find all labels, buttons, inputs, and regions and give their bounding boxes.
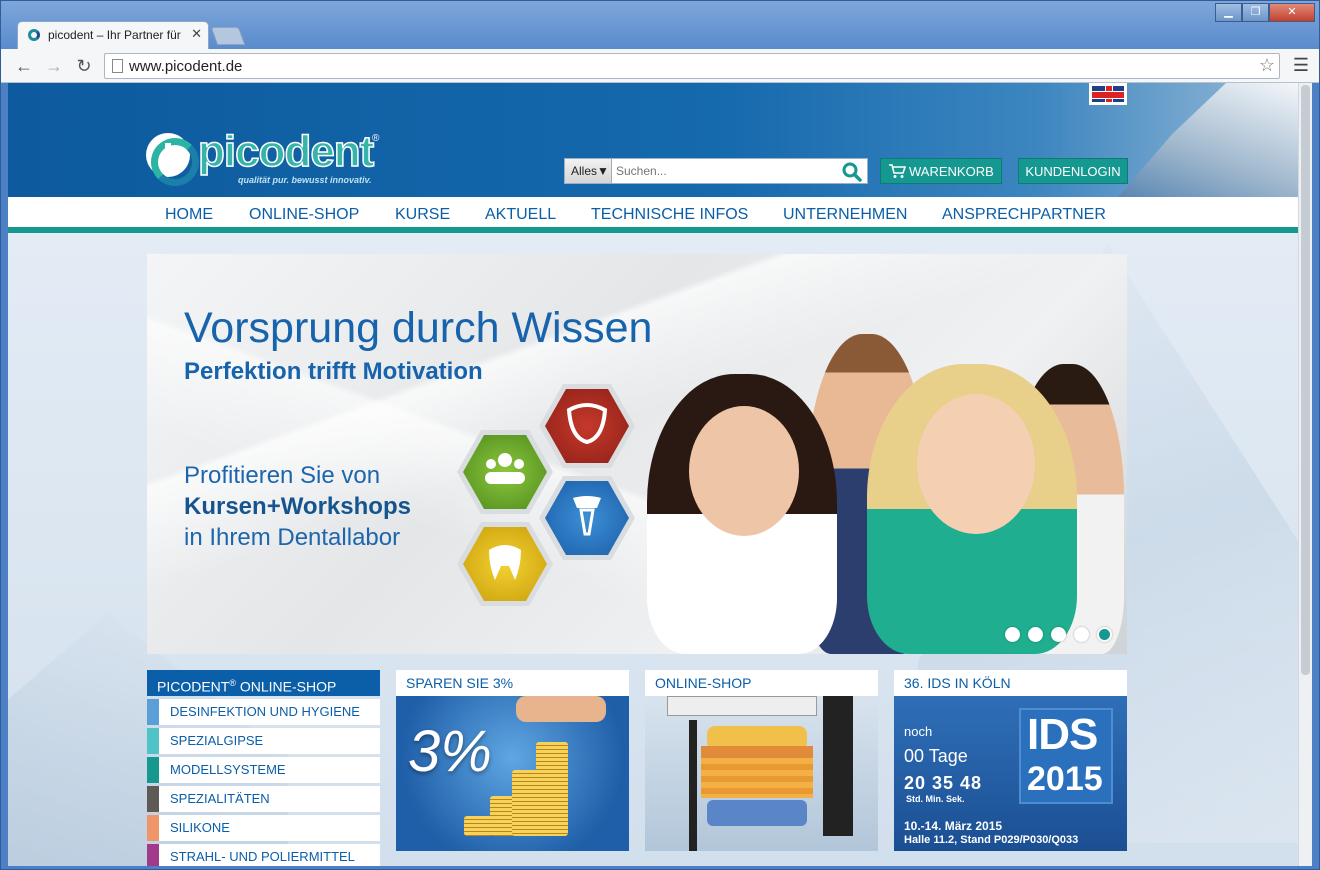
category-color-swatch: [147, 728, 159, 754]
slide-subheadline: Perfektion trifft Motivation: [184, 358, 483, 385]
shop-category-item[interactable]: STRAHL- UND POLIERMITTEL: [147, 844, 380, 866]
nav-kurse[interactable]: KURSE: [395, 206, 450, 224]
category-color-swatch: [147, 699, 159, 725]
articulator-image: [645, 696, 878, 851]
browser-menu-icon[interactable]: ☰: [1293, 55, 1309, 76]
tile-sparen[interactable]: SPAREN SIE 3% 3%: [396, 670, 629, 851]
tile-online-shop[interactable]: ONLINE-SHOP: [645, 670, 878, 851]
logo-text: picodent: [197, 126, 375, 177]
logo-registered-icon: ®: [372, 133, 380, 144]
logo-mark-icon: [146, 133, 199, 186]
percent-text: 3%: [408, 719, 492, 784]
category-color-swatch: [147, 757, 159, 783]
slide-headline: Vorsprung durch Wissen: [184, 304, 653, 352]
header-mountain-image: [1118, 83, 1298, 197]
browser-titlebar: picodent – Ihr Partner für ✕ ▁ ❐ ✕: [1, 1, 1319, 49]
slider-dots: [1005, 627, 1112, 642]
coins-image: 3%: [396, 696, 629, 851]
search-button[interactable]: [835, 159, 867, 183]
page-icon: [112, 59, 123, 73]
shop-category-label: DESINFEKTION UND HYGIENE: [170, 704, 360, 719]
tile-title: ONLINE-SHOP: [655, 675, 752, 691]
forward-arrow-icon[interactable]: →: [43, 55, 65, 77]
site-header: picodent ® qualität pur. bewusst innovat…: [8, 83, 1298, 197]
event-location: Halle 11.2, Stand P029/P030/Q033: [904, 834, 1079, 846]
slider-dot[interactable]: [1097, 627, 1112, 642]
restore-button[interactable]: ❐: [1242, 3, 1269, 22]
shop-category-item[interactable]: SPEZIALGIPSE: [147, 728, 380, 754]
minimize-button[interactable]: ▁: [1215, 3, 1242, 22]
new-tab-button[interactable]: [210, 27, 246, 45]
slider-dot[interactable]: [1028, 627, 1043, 642]
favicon-icon: [28, 29, 40, 41]
search-input[interactable]: [613, 159, 835, 183]
shop-category-label: STRAHL- UND POLIERMITTEL: [170, 849, 355, 864]
tile-title: SPAREN SIE 3%: [406, 675, 514, 691]
logo-tagline: qualität pur. bewusst innovativ.: [238, 175, 372, 185]
shop-category-label: SPEZIALGIPSE: [170, 733, 264, 748]
reload-icon[interactable]: ↻: [73, 55, 95, 77]
cart-icon: [889, 164, 906, 178]
uk-flag-icon[interactable]: [1089, 83, 1127, 105]
search-box: Alles▼: [564, 158, 868, 184]
slider-dot[interactable]: [1005, 627, 1020, 642]
event-date: 10.-14. März 2015: [904, 819, 1003, 833]
window-controls: ▁ ❐ ✕: [1215, 3, 1315, 22]
back-arrow-icon[interactable]: ←: [13, 55, 35, 77]
slide-people-photo: [617, 334, 1127, 654]
shop-category-label: SILIKONE: [170, 820, 230, 835]
nav-online-shop[interactable]: ONLINE-SHOP: [249, 206, 359, 224]
browser-tab[interactable]: picodent – Ihr Partner für ✕: [17, 21, 209, 49]
tab-title: picodent – Ihr Partner für: [48, 28, 181, 42]
countdown-label: noch: [904, 724, 933, 739]
search-icon: [842, 162, 862, 182]
countdown-units: Std. Min. Sek.: [906, 794, 965, 804]
nav-ansprechpartner[interactable]: ANSPRECHPARTNER: [942, 206, 1106, 224]
ids-countdown: IDS 2015 noch 00 Tage 20 35 48 Std. Min.…: [894, 696, 1127, 851]
main-nav: HOME ONLINE-SHOP KURSE AKTUELL TECHNISCH…: [8, 197, 1298, 233]
nav-aktuell[interactable]: AKTUELL: [485, 206, 556, 224]
page-viewport: picodent ® qualität pur. bewusst innovat…: [8, 83, 1298, 866]
slide-text-line: Kursen+Workshops: [184, 493, 411, 520]
bookmark-star-icon[interactable]: ☆: [1259, 55, 1275, 76]
slider-dot[interactable]: [1051, 627, 1066, 642]
nav-home[interactable]: HOME: [165, 206, 213, 224]
scrollbar-thumb[interactable]: [1301, 85, 1310, 675]
category-color-swatch: [147, 786, 159, 812]
tile-ids[interactable]: 36. IDS IN KÖLN IDS 2015 noch 00 Tage 20…: [894, 670, 1127, 851]
shop-category-label: MODELLSYSTEME: [170, 762, 286, 777]
ids-logo: IDS 2015: [1019, 708, 1113, 804]
shop-category-item[interactable]: DESINFEKTION UND HYGIENE: [147, 699, 380, 725]
browser-toolbar: ← → ↻ www.picodent.de ☆ ☰: [1, 49, 1319, 83]
search-scope-select[interactable]: Alles▼: [565, 159, 612, 183]
category-color-swatch: [147, 815, 159, 841]
url-text: www.picodent.de: [129, 58, 243, 75]
close-button[interactable]: ✕: [1269, 3, 1315, 22]
shop-category-label: SPEZIALITÄTEN: [170, 791, 270, 806]
tab-close-icon[interactable]: ✕: [191, 26, 202, 42]
slide-text-line: Profitieren Sie von: [184, 462, 381, 489]
slide-text-line: in Ihrem Dentallabor: [184, 524, 401, 551]
address-bar[interactable]: www.picodent.de ☆: [104, 53, 1280, 79]
hero-slider[interactable]: Vorsprung durch Wissen Perfektion trifft…: [147, 254, 1127, 654]
page-scrollbar[interactable]: [1298, 83, 1312, 866]
countdown-time: 20 35 48: [904, 773, 983, 793]
shop-menu-title[interactable]: PICODENT® ONLINE-SHOP: [147, 670, 380, 696]
nav-unternehmen[interactable]: UNTERNEHMEN: [783, 206, 907, 224]
login-button[interactable]: KUNDENLOGIN: [1018, 158, 1128, 184]
shop-category-item[interactable]: SPEZIALITÄTEN: [147, 786, 380, 812]
category-color-swatch: [147, 844, 159, 866]
cart-button[interactable]: WARENKORB: [880, 158, 1002, 184]
cart-label: WARENKORB: [909, 164, 994, 179]
shop-category-menu: PICODENT® ONLINE-SHOP DESINFEKTION UND H…: [147, 670, 380, 866]
shop-category-item[interactable]: MODELLSYSTEME: [147, 757, 380, 783]
slider-dot[interactable]: [1074, 627, 1089, 642]
countdown-days: 00 Tage: [904, 746, 968, 766]
tile-title: 36. IDS IN KÖLN: [904, 675, 1011, 691]
nav-technische-infos[interactable]: TECHNISCHE INFOS: [591, 206, 748, 224]
shop-category-item[interactable]: SILIKONE: [147, 815, 380, 841]
